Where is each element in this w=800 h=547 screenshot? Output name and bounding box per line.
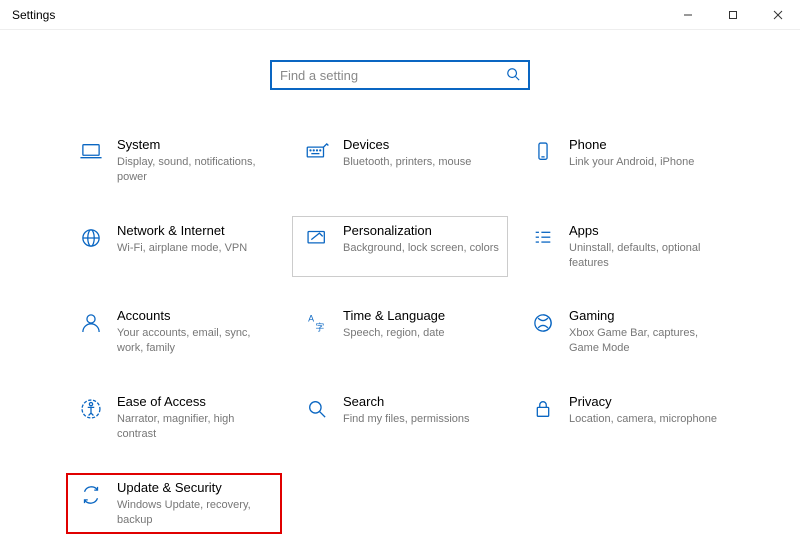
apps-icon <box>525 223 561 251</box>
tile-apps[interactable]: Apps Uninstall, defaults, optional featu… <box>518 216 734 278</box>
window-title: Settings <box>12 8 55 22</box>
tile-network[interactable]: Network & Internet Wi-Fi, airplane mode,… <box>66 216 282 278</box>
tile-title: Apps <box>569 223 727 238</box>
tile-title: Gaming <box>569 308 727 323</box>
tile-ease-of-access[interactable]: Ease of Access Narrator, magnifier, high… <box>66 387 282 449</box>
svg-text:A: A <box>308 314 314 324</box>
tile-desc: Uninstall, defaults, optional features <box>569 241 727 271</box>
tile-phone[interactable]: Phone Link your Android, iPhone <box>518 130 734 192</box>
tile-desc: Background, lock screen, colors <box>343 241 501 256</box>
tile-accounts[interactable]: Accounts Your accounts, email, sync, wor… <box>66 301 282 363</box>
tile-title: Accounts <box>117 308 275 323</box>
tile-desc: Xbox Game Bar, captures, Game Mode <box>569 326 727 356</box>
tile-gaming[interactable]: Gaming Xbox Game Bar, captures, Game Mod… <box>518 301 734 363</box>
globe-icon <box>73 223 109 251</box>
titlebar: Settings <box>0 0 800 30</box>
search-icon <box>299 394 335 422</box>
tile-desc: Narrator, magnifier, high contrast <box>117 412 275 442</box>
search-input[interactable] <box>280 68 506 83</box>
tile-desc: Speech, region, date <box>343 326 501 341</box>
tile-personalization[interactable]: Personalization Background, lock screen,… <box>292 216 508 278</box>
search-icon <box>506 67 520 84</box>
lock-icon <box>525 394 561 422</box>
tile-desc: Location, camera, microphone <box>569 412 727 427</box>
maximize-button[interactable] <box>710 0 755 30</box>
svg-text:字: 字 <box>315 322 324 333</box>
phone-icon <box>525 137 561 165</box>
content-area: System Display, sound, notifications, po… <box>0 30 800 544</box>
tile-title: Ease of Access <box>117 394 275 409</box>
sync-icon <box>73 480 109 508</box>
tile-update-security[interactable]: Update & Security Windows Update, recove… <box>66 473 282 535</box>
minimize-button[interactable] <box>665 0 710 30</box>
tile-title: Update & Security <box>117 480 275 495</box>
tile-desc: Windows Update, recovery, backup <box>117 498 275 528</box>
tile-privacy[interactable]: Privacy Location, camera, microphone <box>518 387 734 449</box>
tile-title: Devices <box>343 137 501 152</box>
tile-title: Phone <box>569 137 727 152</box>
tile-title: System <box>117 137 275 152</box>
tile-title: Personalization <box>343 223 501 238</box>
ease-of-access-icon <box>73 394 109 422</box>
tile-title: Time & Language <box>343 308 501 323</box>
paint-icon <box>299 223 335 251</box>
gaming-icon <box>525 308 561 336</box>
tile-desc: Find my files, permissions <box>343 412 501 427</box>
person-icon <box>73 308 109 336</box>
tile-time-language[interactable]: A字 Time & Language Speech, region, date <box>292 301 508 363</box>
tile-devices[interactable]: Devices Bluetooth, printers, mouse <box>292 130 508 192</box>
tile-desc: Link your Android, iPhone <box>569 155 727 170</box>
laptop-icon <box>73 137 109 165</box>
tile-desc: Your accounts, email, sync, work, family <box>117 326 275 356</box>
search-box[interactable] <box>270 60 530 90</box>
settings-grid: System Display, sound, notifications, po… <box>0 130 800 534</box>
tile-title: Search <box>343 394 501 409</box>
tile-desc: Bluetooth, printers, mouse <box>343 155 501 170</box>
tile-title: Network & Internet <box>117 223 275 238</box>
time-language-icon: A字 <box>299 308 335 336</box>
tile-search[interactable]: Search Find my files, permissions <box>292 387 508 449</box>
tile-desc: Wi-Fi, airplane mode, VPN <box>117 241 275 256</box>
tile-desc: Display, sound, notifications, power <box>117 155 275 185</box>
tile-system[interactable]: System Display, sound, notifications, po… <box>66 130 282 192</box>
tile-title: Privacy <box>569 394 727 409</box>
keyboard-icon <box>299 137 335 165</box>
close-button[interactable] <box>755 0 800 30</box>
